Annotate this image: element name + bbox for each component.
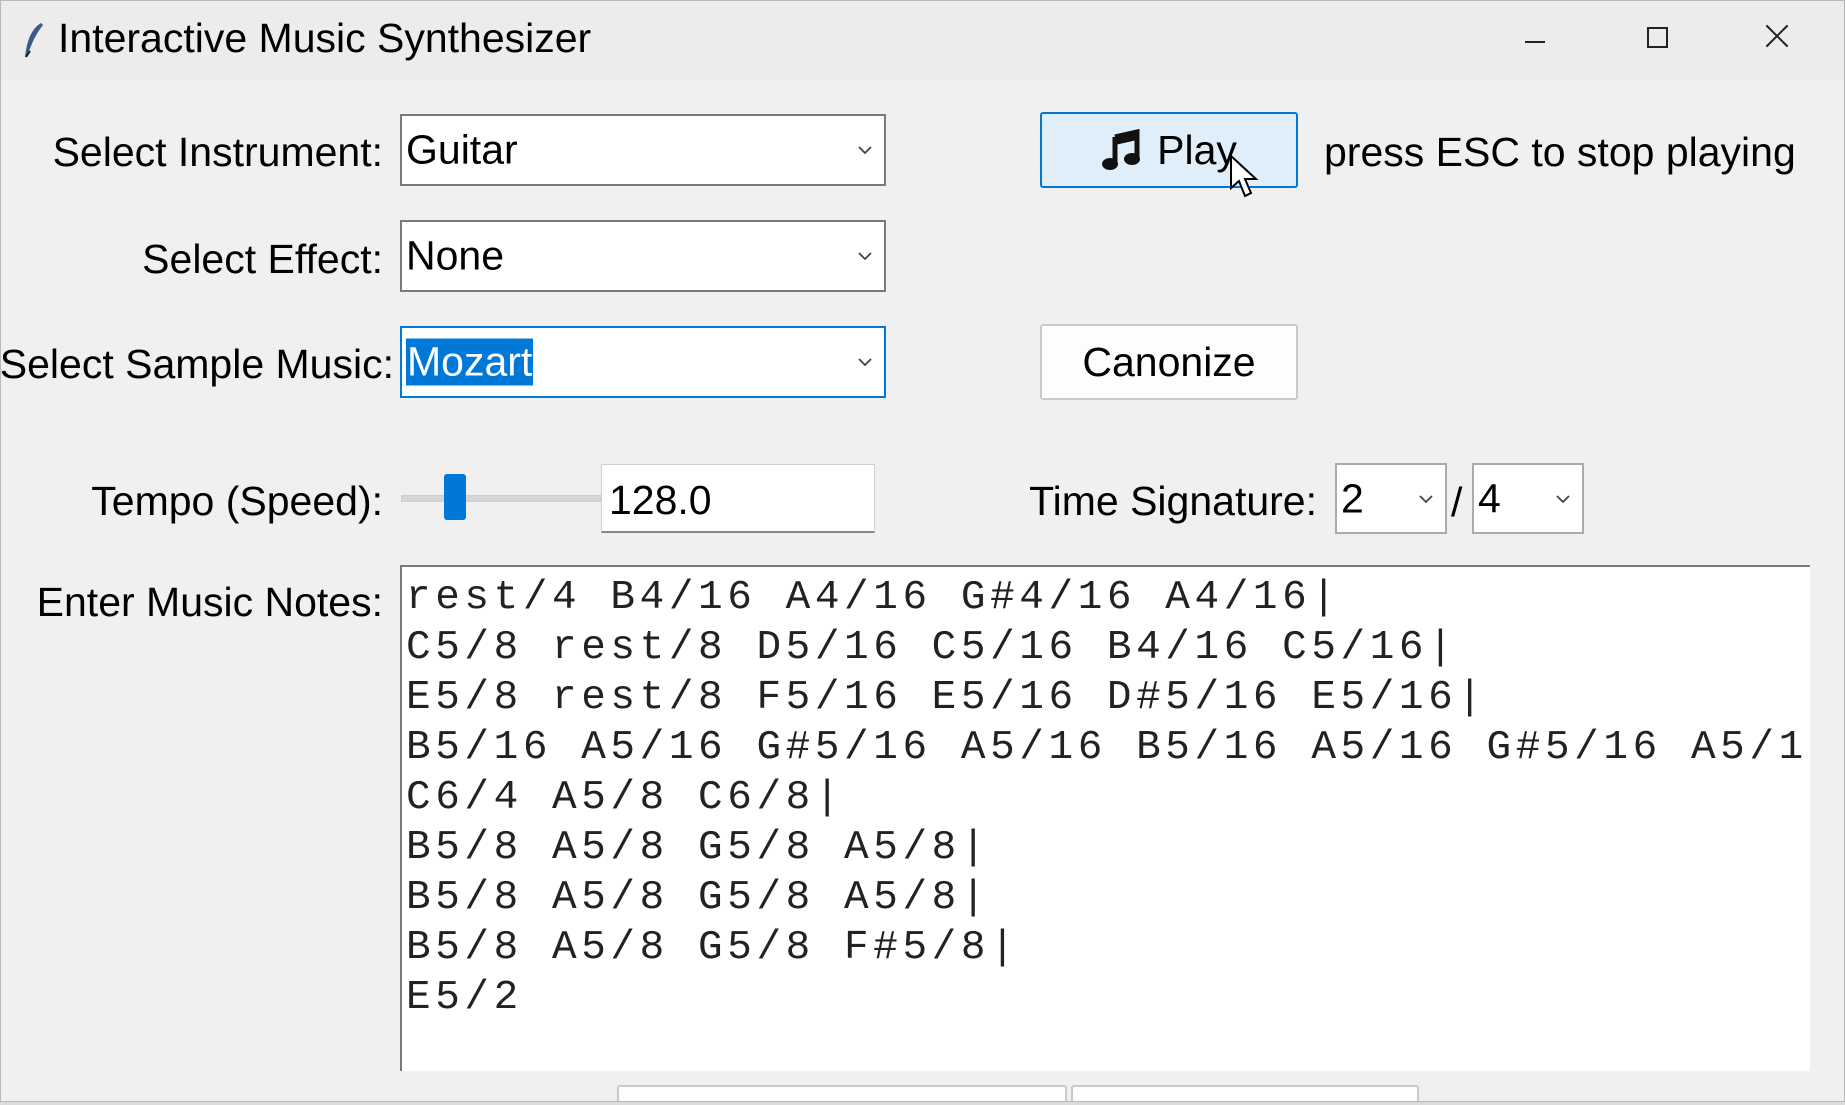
numerator-value: 2: [1341, 475, 1364, 521]
notes-line: rest/4 B4/16 A4/16 G#4/16 A4/16|: [406, 575, 1341, 621]
chevron-down-icon: [1419, 494, 1433, 503]
play-button[interactable]: Play: [1040, 112, 1298, 188]
tempo-slider[interactable]: [401, 471, 601, 527]
notes-line: B5/8 A5/8 G5/8 F#5/8|: [406, 925, 1020, 971]
tempo-value: 128.0: [609, 477, 712, 523]
canonize-button[interactable]: Canonize: [1040, 324, 1298, 400]
stop-hint: press ESC to stop playing: [1324, 129, 1796, 175]
play-button-label: Play: [1157, 126, 1237, 173]
close-icon[interactable]: [1719, 7, 1839, 67]
sample-music-label: Select Sample Music:: [0, 341, 394, 387]
time-signature-denominator-select[interactable]: 4: [1472, 463, 1584, 534]
sample-music-value: Mozart: [406, 338, 534, 386]
tempo-label: Tempo (Speed):: [91, 478, 383, 524]
minimize-icon[interactable]: [1473, 7, 1593, 67]
notes-label: Enter Music Notes:: [36, 579, 383, 625]
effect-label: Select Effect:: [142, 236, 383, 282]
notes-line: C6/4 A5/8 C6/8|: [406, 775, 845, 821]
title-bar[interactable]: Interactive Music Synthesizer: [1, 1, 1844, 79]
chevron-down-icon: [858, 358, 872, 367]
instrument-label: Select Instrument:: [52, 129, 383, 175]
notes-line: C5/8 rest/8 D5/16 C5/16 B4/16 C5/16|: [406, 625, 1458, 671]
notes-line: E5/2: [406, 975, 523, 1021]
notes-line: B5/8 A5/8 G5/8 A5/8|: [406, 825, 991, 871]
time-signature-label: Time Signature:: [1029, 478, 1317, 524]
window-title: Interactive Music Synthesizer: [58, 15, 592, 61]
slider-track: [401, 495, 601, 502]
chevron-down-icon: [858, 252, 872, 261]
bottom-button-right[interactable]: [1071, 1085, 1419, 1101]
slider-thumb[interactable]: [444, 474, 466, 520]
time-signature-separator: /: [1451, 479, 1463, 525]
mouse-cursor-icon: [1230, 154, 1259, 198]
music-note-icon: [1102, 129, 1141, 170]
notes-line: B5/8 A5/8 G5/8 A5/8|: [406, 875, 991, 921]
tempo-input[interactable]: 128.0: [601, 464, 875, 533]
canonize-button-label: Canonize: [1082, 338, 1256, 385]
denominator-value: 4: [1478, 475, 1501, 521]
notes-line: B5/16 A5/16 G#5/16 A5/16 B5/16 A5/16 G#5…: [406, 725, 1810, 771]
effect-value: None: [406, 232, 505, 279]
music-notes-textarea[interactable]: rest/4 B4/16 A4/16 G#4/16 A4/16| C5/8 res…: [400, 565, 1810, 1071]
app-window: Interactive Music Synthesizer Select Ins…: [0, 0, 1845, 1102]
chevron-down-icon: [1556, 494, 1570, 503]
maximize-icon[interactable]: [1595, 7, 1715, 67]
chevron-down-icon: [858, 146, 872, 155]
notes-line: E5/8 rest/8 F5/16 E5/16 D#5/16 E5/16|: [406, 675, 1487, 721]
feather-icon: [25, 23, 43, 58]
bottom-button-left[interactable]: [617, 1085, 1067, 1101]
instrument-value: Guitar: [406, 126, 518, 173]
instrument-select[interactable]: Guitar: [400, 114, 886, 186]
effect-select[interactable]: None: [400, 220, 886, 292]
time-signature-numerator-select[interactable]: 2: [1335, 463, 1447, 534]
notes-lines: rest/4 B4/16 A4/16 G#4/16 A4/16| C5/8 res…: [402, 567, 1810, 1023]
sample-music-select[interactable]: Mozart: [400, 326, 886, 398]
